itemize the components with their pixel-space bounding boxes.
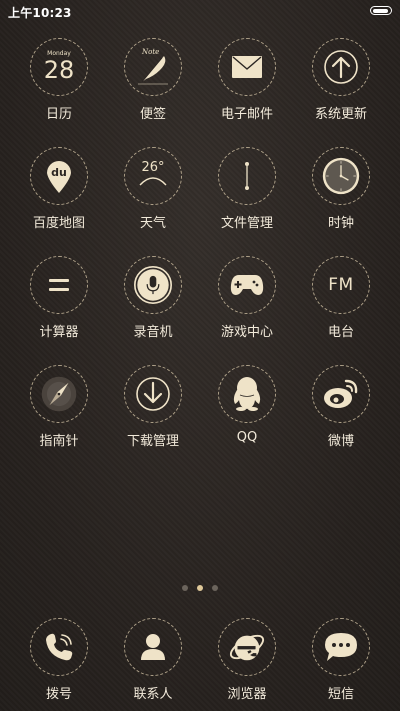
app-system-update[interactable]: 系统更新 [294, 38, 388, 147]
compass-icon [40, 375, 78, 413]
weibo-icon [322, 375, 360, 413]
app-clock[interactable]: 时钟 [294, 147, 388, 256]
app-row: du 百度地图 26° 天气 文件管理 时钟 [12, 147, 388, 256]
app-icon-ring [312, 365, 370, 423]
app-label: 便签 [139, 107, 166, 122]
page-dot[interactable] [182, 585, 188, 591]
page-dot-active[interactable] [197, 585, 203, 591]
browser-icon [228, 628, 266, 666]
app-weather[interactable]: 26° 天气 [106, 147, 200, 256]
notes-feather-icon: Note [134, 48, 172, 86]
page-indicator[interactable] [0, 585, 400, 591]
app-icon-ring: Note [124, 38, 182, 96]
app-icon-ring [124, 618, 182, 676]
app-label: 短信 [327, 687, 354, 702]
app-game-center[interactable]: 游戏中心 [200, 256, 294, 365]
app-compass[interactable]: 指南针 [12, 365, 106, 474]
app-icon-ring [124, 256, 182, 314]
map-icon-text: du [51, 166, 67, 179]
contact-icon [134, 628, 172, 666]
app-icon-ring: 26° [124, 147, 182, 205]
app-icon-ring [218, 147, 276, 205]
app-dialer[interactable]: 拨号 [12, 618, 106, 702]
app-calendar[interactable]: Monday 28 日历 [12, 38, 106, 147]
status-time: 上午10:23 [8, 6, 72, 20]
phone-icon [40, 628, 78, 666]
weather-icon: 26° [134, 157, 172, 195]
app-label: 录音机 [133, 325, 173, 340]
dock: 拨号 联系人 浏览器 短信 [12, 618, 388, 702]
download-icon [134, 375, 172, 413]
file-icon [228, 157, 266, 195]
app-icon-ring: du [30, 147, 88, 205]
page-dot[interactable] [212, 585, 218, 591]
calendar-day: 28 [43, 55, 75, 84]
app-browser[interactable]: 浏览器 [200, 618, 294, 702]
microphone-icon [134, 266, 172, 304]
app-icon-ring [218, 38, 276, 96]
app-notes[interactable]: Note 便签 [106, 38, 200, 147]
app-row: Monday 28 日历 Note 便签 电子邮件 系统更新 [12, 38, 388, 147]
app-row: 指南针 下载管理 QQ 微博 [12, 365, 388, 474]
app-icon-ring [124, 365, 182, 423]
app-icon-ring [312, 38, 370, 96]
app-label: 百度地图 [32, 216, 85, 231]
battery-icon [370, 6, 392, 15]
app-label: 联系人 [133, 687, 173, 702]
app-label: 系统更新 [314, 107, 367, 122]
app-email[interactable]: 电子邮件 [200, 38, 294, 147]
app-label: 游戏中心 [220, 325, 273, 340]
app-qq[interactable]: QQ [200, 365, 294, 474]
app-icon-ring: FM [312, 256, 370, 314]
app-icon-ring [312, 618, 370, 676]
app-label: 电台 [327, 325, 354, 340]
clock-icon [322, 157, 360, 195]
notes-icon-text: Note [142, 48, 160, 56]
app-icon-ring: Monday 28 [30, 38, 88, 96]
map-pin-icon: du [40, 157, 78, 195]
app-recorder[interactable]: 录音机 [106, 256, 200, 365]
fm-icon: FM [322, 266, 360, 304]
app-icon-ring [218, 618, 276, 676]
app-label: 天气 [139, 216, 166, 231]
penguin-icon [228, 375, 266, 413]
gamepad-icon [228, 266, 266, 304]
app-icon-ring [30, 618, 88, 676]
calendar-icon: Monday 28 [40, 48, 78, 86]
app-label: 文件管理 [220, 216, 273, 231]
envelope-icon [228, 48, 266, 86]
app-file-manager[interactable]: 文件管理 [200, 147, 294, 256]
app-label: 时钟 [327, 216, 354, 231]
status-bar: 上午10:23 [0, 0, 400, 24]
app-label: QQ [236, 430, 258, 445]
app-messages[interactable]: 短信 [294, 618, 388, 702]
app-icon-ring [218, 365, 276, 423]
app-contacts[interactable]: 联系人 [106, 618, 200, 702]
up-arrow-icon [322, 48, 360, 86]
app-label: 浏览器 [227, 687, 267, 702]
equals-icon [40, 266, 78, 304]
app-label: 指南针 [39, 434, 79, 449]
app-icon-ring [218, 256, 276, 314]
app-grid: Monday 28 日历 Note 便签 电子邮件 系统更新 du 百度地图 2… [12, 38, 388, 474]
app-label: 拨号 [45, 687, 72, 702]
app-label: 下载管理 [126, 434, 179, 449]
app-calculator[interactable]: 计算器 [12, 256, 106, 365]
app-icon-ring [312, 147, 370, 205]
app-label: 微博 [327, 434, 354, 449]
app-row: 计算器 录音机 游戏中心 FM 电台 [12, 256, 388, 365]
app-label: 电子邮件 [220, 107, 273, 122]
app-label: 日历 [45, 107, 72, 122]
message-icon [322, 628, 360, 666]
app-baidu-map[interactable]: du 百度地图 [12, 147, 106, 256]
app-radio[interactable]: FM 电台 [294, 256, 388, 365]
app-icon-ring [30, 256, 88, 314]
app-download-manager[interactable]: 下载管理 [106, 365, 200, 474]
radio-icon-text: FM [328, 275, 354, 295]
app-weibo[interactable]: 微博 [294, 365, 388, 474]
app-label: 计算器 [39, 325, 79, 340]
app-icon-ring [30, 365, 88, 423]
